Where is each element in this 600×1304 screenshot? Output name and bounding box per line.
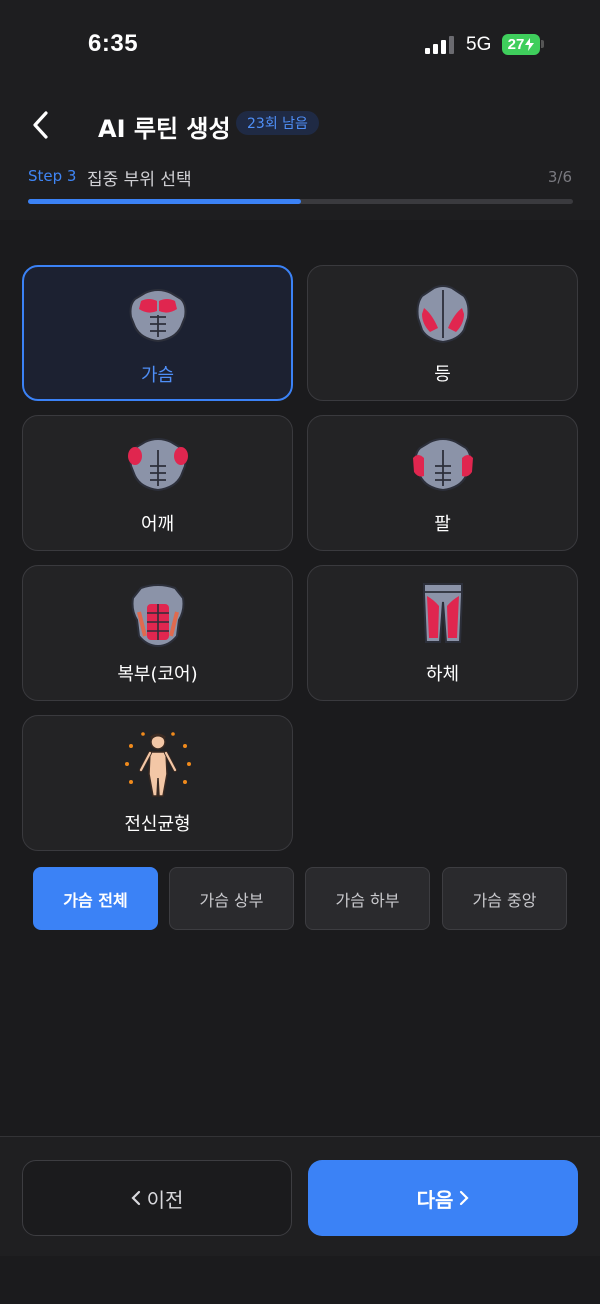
step-count: 3/6 (547, 168, 572, 186)
sub-option-chip[interactable]: 가슴 하부 (305, 867, 430, 930)
chevron-left-icon (33, 111, 48, 139)
battery-level: 27 (507, 36, 525, 53)
chevron-left-icon (131, 1190, 140, 1206)
part-label: 가슴 (140, 365, 175, 386)
back-button[interactable] (22, 107, 58, 143)
chest-muscle-icon (129, 289, 186, 343)
part-card-legs[interactable]: 하체 (307, 565, 578, 701)
signal-strength-icon (425, 36, 457, 54)
next-button-label: 다음 (416, 1187, 454, 1212)
battery-tip (541, 40, 544, 48)
bottom-bar: 이전 다음 (0, 1136, 600, 1256)
part-card-abs[interactable]: 복부(코어) (22, 565, 293, 701)
sub-option-chip[interactable]: 가슴 전체 (33, 867, 158, 930)
step-label: Step 3 (28, 167, 77, 185)
abs-muscle-icon (131, 584, 184, 648)
part-label: 복부(코어) (117, 664, 198, 685)
part-label: 어깨 (140, 514, 175, 535)
prev-button[interactable]: 이전 (22, 1160, 292, 1236)
part-label: 전신균형 (124, 814, 191, 835)
part-label: 팔 (434, 514, 451, 535)
progress-bar (28, 199, 573, 204)
part-label: 하체 (425, 664, 460, 685)
status-time: 6:35 (88, 30, 139, 57)
part-card-chest[interactable]: 가슴 (22, 265, 293, 401)
progress-fill (28, 199, 301, 204)
part-card-shoulder[interactable]: 어깨 (22, 415, 293, 551)
back-muscle-icon (416, 285, 469, 344)
home-indicator-area (0, 1256, 600, 1304)
remaining-badge: 23회 남음 (236, 111, 319, 135)
network-type: 5G (466, 34, 492, 55)
status-bar: 6:35 5G 27 (0, 0, 600, 90)
part-card-arm[interactable]: 팔 (307, 415, 578, 551)
full-body-icon (124, 732, 191, 797)
next-button[interactable]: 다음 (308, 1160, 578, 1236)
part-label: 등 (434, 364, 451, 385)
step-name: 집중 부위 선택 (87, 170, 192, 190)
part-card-full-body[interactable]: 전신균형 (22, 715, 293, 851)
legs-muscle-icon (422, 583, 463, 643)
prev-button-label: 이전 (146, 1187, 184, 1212)
part-card-back[interactable]: 등 (307, 265, 578, 401)
sub-option-chip[interactable]: 가슴 중앙 (442, 867, 567, 930)
header: AI 루틴 생성 23회 남음 Step 3 집중 부위 선택 3/6 (0, 90, 600, 220)
sub-option-chip[interactable]: 가슴 상부 (169, 867, 294, 930)
battery-icon: 27 (502, 34, 540, 55)
shoulder-muscle-icon (127, 438, 188, 492)
page-title: AI 루틴 생성 (98, 115, 231, 143)
arm-muscle-icon (412, 438, 473, 492)
chevron-right-icon (460, 1190, 469, 1206)
